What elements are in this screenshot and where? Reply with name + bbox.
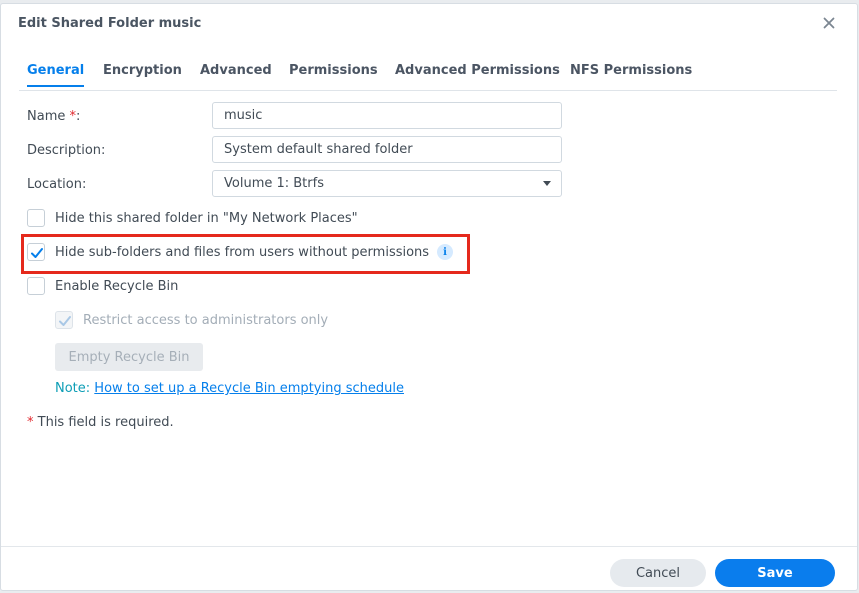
recycle-bin-option[interactable]: Enable Recycle Bin [27, 276, 178, 296]
tab-permissions[interactable]: Permissions [289, 63, 378, 78]
chevron-down-icon [543, 181, 551, 186]
description-field[interactable]: System default shared folder [212, 136, 562, 163]
tab-encryption[interactable]: Encryption [103, 63, 182, 78]
empty-recycle-bin-button: Empty Recycle Bin [55, 343, 203, 371]
tab-advanced-permissions[interactable]: Advanced Permissions [395, 63, 560, 78]
note-prefix: Note: [55, 381, 91, 396]
dialog-titlebar: Edit Shared Folder music [1, 4, 857, 44]
checkmark-icon [31, 248, 43, 258]
tab-nfs-permissions[interactable]: NFS Permissions [570, 63, 692, 78]
close-icon[interactable] [821, 15, 837, 31]
checkmark-icon [59, 316, 71, 326]
required-note-text: This field is required. [33, 415, 174, 430]
recycle-bin-checkbox[interactable] [27, 277, 45, 295]
tab-general[interactable]: General [27, 63, 85, 87]
description-label: Description: [27, 143, 106, 158]
location-select-value: Volume 1: Btrfs [224, 176, 324, 191]
hide-subfolders-label: Hide sub-folders and files from users wi… [55, 244, 430, 260]
hide-subfolders-option[interactable]: Hide sub-folders and files from users wi… [27, 242, 454, 262]
hide-network-places-checkbox[interactable] [27, 209, 45, 227]
info-icon[interactable]: i [437, 244, 454, 260]
cancel-button[interactable]: Cancel [610, 559, 706, 587]
tab-bar: General Encryption Advanced Permissions … [19, 58, 837, 91]
edit-shared-folder-dialog: Edit Shared Folder music General Encrypt… [0, 3, 858, 591]
hide-network-places-label: Hide this shared folder in "My Network P… [55, 210, 358, 226]
restrict-admin-checkbox [55, 311, 73, 329]
restrict-admin-label: Restrict access to administrators only [83, 312, 329, 328]
name-field[interactable]: music [212, 102, 562, 129]
recycle-schedule-link[interactable]: How to set up a Recycle Bin emptying sch… [94, 381, 404, 396]
hide-network-places-option[interactable]: Hide this shared folder in "My Network P… [27, 208, 358, 228]
dialog-title: Edit Shared Folder music [18, 16, 202, 31]
recycle-note: Note: How to set up a Recycle Bin emptyi… [55, 381, 404, 396]
dialog-footer: Cancel Save [1, 546, 857, 592]
save-button[interactable]: Save [715, 559, 835, 587]
restrict-admin-option: Restrict access to administrators only [55, 310, 328, 330]
name-label: Name *: [27, 109, 80, 124]
recycle-bin-label: Enable Recycle Bin [55, 278, 179, 294]
name-label-colon: : [76, 109, 81, 124]
location-select[interactable]: Volume 1: Btrfs [212, 170, 562, 197]
tab-advanced[interactable]: Advanced [200, 63, 272, 78]
hide-subfolders-checkbox[interactable] [27, 243, 45, 261]
required-field-note: * This field is required. [27, 415, 174, 430]
name-label-text: Name [27, 109, 66, 124]
location-label: Location: [27, 177, 87, 192]
